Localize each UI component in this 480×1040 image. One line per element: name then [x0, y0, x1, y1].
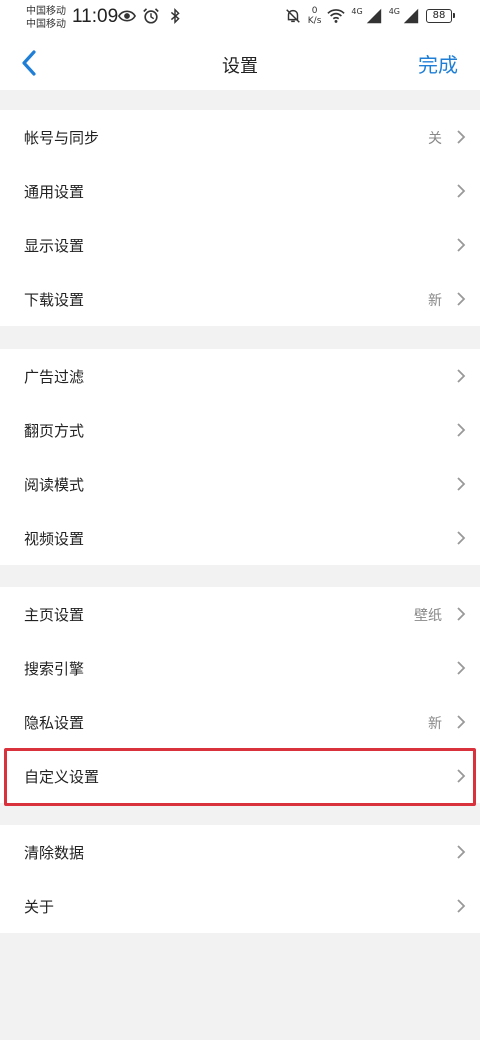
chevron-right-icon — [457, 899, 466, 913]
status-bar: 中国移动 中国移动 11:09 0 K/s 4G 4G 88 — [0, 0, 480, 36]
signal-icon — [366, 8, 381, 24]
chevron-right-icon — [457, 661, 466, 675]
settings-row-download[interactable]: 下载设置 新 — [0, 272, 480, 326]
wifi-icon — [327, 9, 346, 23]
row-label: 自定义设置 — [24, 768, 100, 786]
battery-icon: 88 — [426, 9, 455, 23]
row-label: 显示设置 — [24, 237, 85, 255]
row-value: 新 — [428, 293, 442, 309]
nav-bar: 设置 完成 — [0, 36, 480, 90]
row-label: 隐私设置 — [24, 714, 85, 732]
chevron-right-icon — [457, 769, 466, 783]
chevron-right-icon — [457, 477, 466, 491]
row-label: 翻页方式 — [24, 422, 85, 440]
row-label: 关于 — [24, 898, 55, 916]
settings-row-search-engine[interactable]: 搜索引擎 — [0, 641, 480, 695]
chevron-right-icon — [457, 423, 466, 437]
row-label: 清除数据 — [24, 844, 85, 862]
sim1-type: 4G — [351, 6, 363, 16]
settings-row-ad-filter[interactable]: 广告过滤 — [0, 349, 480, 403]
carrier-1: 中国移动 — [26, 6, 66, 17]
settings-row-reading-mode[interactable]: 阅读模式 — [0, 457, 480, 511]
settings-row-clear-data[interactable]: 清除数据 — [0, 825, 480, 879]
settings-row-custom[interactable]: 自定义设置 — [0, 749, 480, 803]
signal-icon — [403, 8, 419, 24]
row-label: 通用设置 — [24, 183, 85, 201]
done-button[interactable]: 完成 — [418, 49, 458, 78]
settings-row-about[interactable]: 关于 — [0, 879, 480, 933]
row-value: 新 — [428, 716, 442, 732]
net-speed-unit: K/s — [307, 16, 322, 26]
chevron-right-icon — [457, 184, 466, 198]
alarm-icon — [143, 8, 159, 24]
settings-row-general[interactable]: 通用设置 — [0, 164, 480, 218]
row-label: 阅读模式 — [24, 476, 85, 494]
chevron-right-icon — [457, 607, 466, 621]
chevron-right-icon — [457, 715, 466, 729]
chevron-right-icon — [457, 130, 466, 144]
status-right-icons: 0 K/s 4G 4G 88 — [284, 6, 455, 26]
settings-row-display[interactable]: 显示设置 — [0, 218, 480, 272]
settings-row-privacy[interactable]: 隐私设置 新 — [0, 695, 480, 749]
chevron-right-icon — [457, 845, 466, 859]
row-label: 下载设置 — [24, 291, 85, 309]
row-value: 关 — [428, 131, 442, 147]
sim2-type: 4G — [388, 6, 400, 16]
carrier-2: 中国移动 — [26, 19, 66, 30]
status-left-icons — [118, 7, 184, 25]
carrier-names: 中国移动 中国移动 — [26, 5, 66, 31]
chevron-right-icon — [457, 369, 466, 383]
row-label: 视频设置 — [24, 530, 85, 548]
status-time: 11:09 — [72, 6, 119, 27]
settings-row-account-sync[interactable]: 帐号与同步 关 — [0, 110, 480, 164]
chevron-right-icon — [457, 531, 466, 545]
eye-icon — [118, 10, 136, 22]
chevron-right-icon — [457, 292, 466, 306]
settings-group-2: 广告过滤 翻页方式 阅读模式 视频设置 — [0, 349, 480, 565]
net-speed-value: 0 — [311, 6, 318, 16]
settings-group-3: 主页设置 壁纸 搜索引擎 隐私设置 新 自定义设置 — [0, 587, 480, 803]
settings-group-1: 帐号与同步 关 通用设置 显示设置 下载设置 新 — [0, 110, 480, 326]
settings-row-video[interactable]: 视频设置 — [0, 511, 480, 565]
bluetooth-icon — [170, 7, 180, 25]
row-label: 搜索引擎 — [24, 660, 85, 678]
row-label: 帐号与同步 — [24, 129, 100, 147]
page-title: 设置 — [222, 56, 258, 77]
mute-icon — [285, 9, 300, 23]
row-label: 广告过滤 — [24, 368, 85, 386]
settings-row-page-turn[interactable]: 翻页方式 — [0, 403, 480, 457]
settings-group-4: 清除数据 关于 — [0, 825, 480, 933]
chevron-right-icon — [457, 238, 466, 252]
row-label: 主页设置 — [24, 606, 85, 624]
net-speed: 0 K/s — [308, 6, 322, 26]
row-value: 壁纸 — [414, 608, 442, 624]
settings-row-homepage[interactable]: 主页设置 壁纸 — [0, 587, 480, 641]
